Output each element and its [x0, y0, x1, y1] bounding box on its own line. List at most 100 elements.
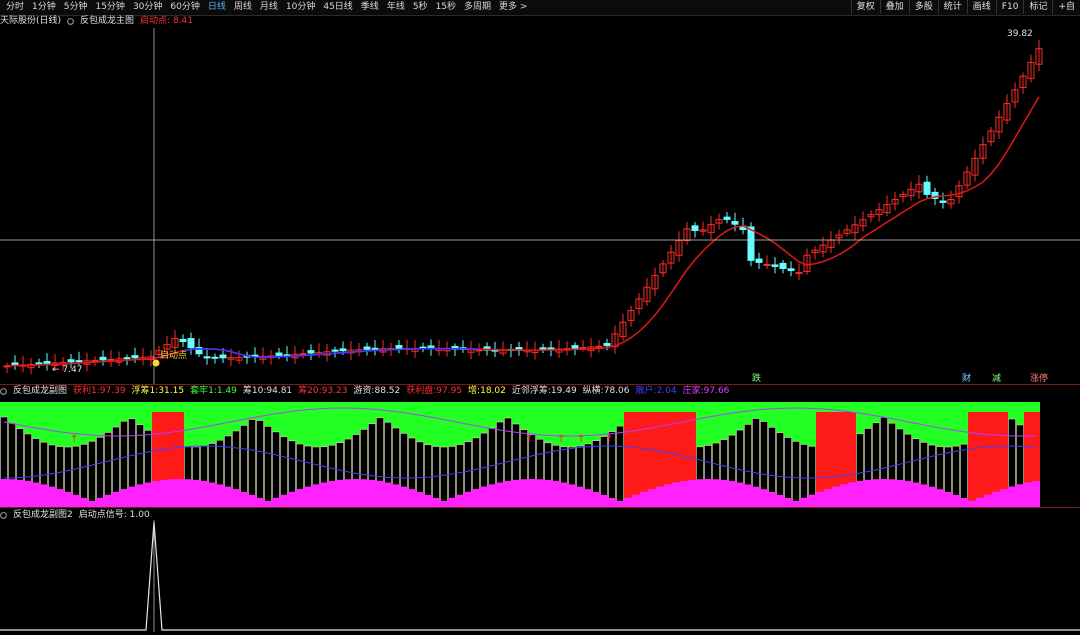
period-tab[interactable]: 15分钟 — [91, 1, 128, 14]
toolbar-button[interactable]: 复权 — [850, 0, 880, 14]
chip-bar-magenta — [984, 494, 992, 507]
period-tab[interactable]: 更多 > — [495, 1, 531, 14]
chip-bar-magenta — [272, 497, 280, 507]
chip-bar-magenta — [696, 479, 704, 507]
toolbar-button[interactable]: 标记 — [1023, 0, 1052, 14]
period-tab[interactable]: 周线 — [230, 1, 256, 14]
chip-bar-magenta — [336, 479, 344, 507]
main-indicator-name[interactable]: 反包成龙主图 — [80, 15, 134, 27]
chip-bar-green — [440, 402, 448, 447]
candle-body — [107, 358, 115, 361]
chip-bar-magenta — [1024, 482, 1032, 507]
sub1-indicator-name[interactable]: 反包成龙副图 — [13, 385, 67, 397]
chip-bar-magenta — [720, 479, 728, 507]
period-tab[interactable]: 季线 — [357, 1, 383, 14]
metric-value: 19.49 — [550, 386, 577, 396]
candle-body — [603, 342, 611, 347]
chip-bar-green — [904, 402, 912, 435]
chip-bar-magenta — [256, 497, 264, 507]
chip-bar-magenta — [808, 494, 816, 507]
chip-bar-magenta — [928, 486, 936, 507]
chip-bar-magenta — [288, 491, 296, 507]
sub1-metric: 筹10:94.81 — [243, 385, 292, 397]
chip-bar-magenta — [368, 479, 376, 507]
period-tab[interactable]: 15秒 — [432, 1, 460, 14]
chip-bar-green — [200, 402, 208, 446]
period-tab[interactable]: 1分钟 — [28, 1, 60, 14]
period-tab[interactable]: 5秒 — [409, 1, 432, 14]
chip-bar-magenta — [760, 489, 768, 507]
chip-bar-green — [776, 402, 784, 433]
chip-bar-magenta — [872, 479, 880, 507]
chip-bar-magenta — [224, 486, 232, 507]
candle-body — [307, 350, 315, 354]
toolbar-button[interactable]: 叠加 — [879, 0, 909, 14]
chip-bar-magenta — [416, 491, 424, 507]
period-tab[interactable]: 年线 — [383, 1, 409, 14]
candle-body — [747, 226, 755, 261]
chip-bar — [80, 443, 88, 507]
toolbar-button[interactable]: +自 — [1052, 0, 1080, 14]
chip-bar — [256, 420, 264, 507]
signal-arrow: ↑ — [557, 434, 565, 445]
indicator-settings-icon[interactable]: ● — [67, 17, 75, 25]
candle-body — [371, 347, 379, 350]
chip-bar-magenta — [144, 482, 152, 507]
chip-bar-green — [880, 402, 888, 418]
toolbar-button[interactable]: 统计 — [937, 0, 967, 14]
chip-bar-magenta — [400, 486, 408, 507]
chip-bar-red — [624, 412, 632, 507]
chip-bar-magenta — [824, 488, 832, 507]
chip-bar-green — [384, 402, 392, 423]
candle-body — [91, 359, 99, 362]
chip-bar-green — [208, 402, 216, 444]
metric-value: 78.06 — [603, 386, 630, 396]
toolbar-button[interactable]: 画线 — [966, 0, 996, 14]
stock-title[interactable]: 天际股份(日线) — [0, 15, 61, 27]
chip-bar-magenta — [16, 479, 24, 507]
period-tab[interactable]: 60分钟 — [166, 1, 203, 14]
candle-body — [731, 220, 739, 225]
chip-distribution-chart[interactable]: ↑ ↑ ↑ ↑ ↑ ↑ — [0, 402, 1080, 507]
period-tabs: 分时 1分钟 5分钟 15分钟 30分钟 60分钟 日线 周线 月线 10分钟 45日线 季线 年线 5秒… — [2, 1, 531, 14]
chip-bar-magenta — [640, 491, 648, 507]
candle-body — [691, 225, 699, 231]
chip-bar-magenta — [736, 482, 744, 507]
period-tab[interactable]: 分时 — [2, 1, 28, 14]
period-tab[interactable]: 45日线 — [319, 1, 356, 14]
candle-body — [131, 355, 139, 359]
toolbar-button[interactable]: 多股 — [908, 0, 938, 14]
sub1-metric: 散户:2.04 — [635, 385, 676, 397]
indicator-settings-icon[interactable]: ● — [0, 511, 7, 519]
chip-bar-green — [104, 402, 112, 433]
chip-bar-magenta — [96, 497, 104, 507]
signal-tag: 跌 — [752, 373, 761, 384]
chip-bar-magenta — [880, 479, 888, 507]
chip-bar-green — [8, 402, 16, 423]
chip-bar-green — [224, 402, 232, 436]
start-signal-chart[interactable] — [0, 520, 1080, 632]
chip-bar-red — [976, 412, 984, 507]
period-tab[interactable]: 日线 — [204, 1, 230, 14]
period-tab[interactable]: 月线 — [256, 1, 282, 14]
period-tab[interactable]: 5分钟 — [60, 1, 92, 14]
candle-body — [179, 338, 187, 343]
chip-bar-green — [352, 402, 360, 435]
chip-bar-magenta — [0, 479, 8, 507]
candle-body — [363, 346, 371, 350]
metric-label: 近邻浮筹: — [511, 386, 551, 396]
metric-label: 获利盘: — [406, 386, 437, 396]
toolbar-button[interactable]: F10 — [995, 0, 1024, 14]
candle-body — [395, 345, 403, 349]
candle-body — [339, 348, 347, 352]
chip-bar-magenta — [840, 484, 848, 507]
period-tab[interactable]: 多周期 — [460, 1, 495, 14]
indicator-settings-icon[interactable]: ● — [0, 387, 7, 395]
period-tab[interactable]: 10分钟 — [282, 1, 319, 14]
candle-body — [755, 258, 763, 263]
moving-average-line-blue — [182, 347, 480, 359]
candlestick-chart[interactable]: 39.82 ← 7.47 启动点跌 财 减 涨停 — [0, 28, 1080, 384]
period-tab[interactable]: 30分钟 — [129, 1, 166, 14]
chip-bar-magenta — [72, 494, 80, 507]
chip-bar-green — [512, 402, 520, 424]
